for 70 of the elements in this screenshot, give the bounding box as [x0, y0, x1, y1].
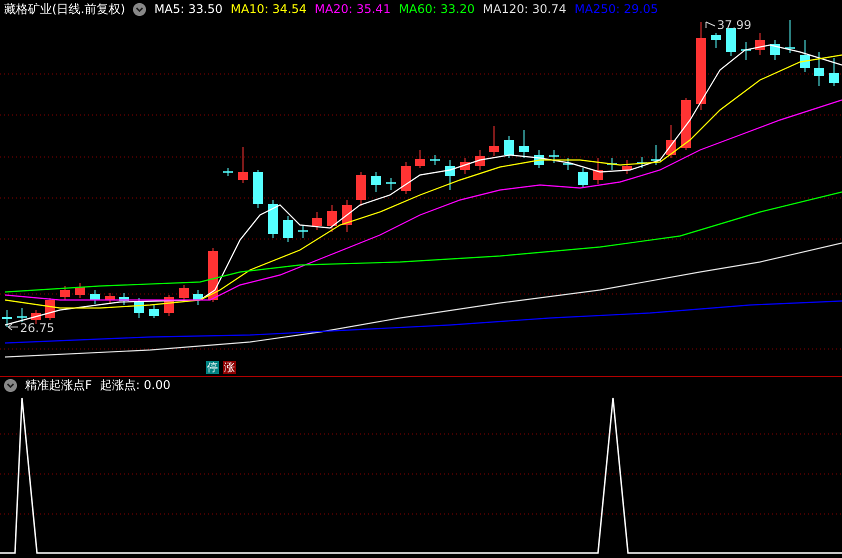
- candlestick: [726, 28, 736, 56]
- indicator-value: MA10: 34.54: [230, 1, 307, 18]
- candlestick: [460, 158, 470, 174]
- candlestick: [651, 144, 661, 166]
- candlestick: [283, 216, 293, 242]
- candlestick: [149, 304, 159, 318]
- candlestick: [430, 154, 440, 166]
- candlestick: [711, 32, 721, 48]
- pointer-arrow-icon: [706, 22, 716, 28]
- candlestick: [445, 160, 455, 190]
- candlestick: [578, 168, 588, 188]
- candlestick: [356, 172, 366, 206]
- candlestick: [312, 212, 322, 230]
- candlestick: [755, 32, 765, 56]
- candlestick: [238, 146, 248, 184]
- pointer-arrow-icon: [8, 324, 18, 330]
- candlestick: [593, 158, 603, 184]
- candlestick: [504, 136, 514, 158]
- indicator-name: 精准起涨点F: [25, 377, 92, 394]
- candlestick: [268, 200, 278, 238]
- candlestick: [681, 98, 691, 150]
- candlestick: [298, 226, 308, 238]
- candlestick: [489, 126, 499, 156]
- candlestick: [519, 130, 529, 158]
- indicator-value: 起涨点: 0.00: [100, 377, 170, 394]
- candlestick: [90, 290, 100, 304]
- indicator-value: MA250: 29.05: [574, 1, 658, 18]
- candlestick: [105, 292, 115, 304]
- candlestick: [829, 58, 839, 86]
- candlestick: [622, 160, 632, 174]
- candlestick: [637, 156, 647, 168]
- candlestick: [60, 286, 70, 300]
- candlestick: [415, 150, 425, 168]
- candlestick: [2, 310, 12, 328]
- candlestick: [534, 150, 544, 168]
- candlestick: [475, 150, 485, 170]
- candlestick: [371, 172, 381, 192]
- indicator-value: MA120: 30.74: [482, 1, 566, 18]
- candlestick: [253, 170, 263, 208]
- candlestick: [549, 150, 559, 164]
- indicator-value: MA60: 33.20: [398, 1, 475, 18]
- dropdown-icon[interactable]: [133, 2, 146, 16]
- price-label: 26.75: [20, 321, 54, 335]
- signal-tag: 涨: [223, 361, 236, 374]
- candlestick: [563, 158, 573, 170]
- candlestick: [800, 40, 810, 72]
- candlestick: [666, 124, 676, 158]
- candlestick: [223, 168, 233, 176]
- candlestick: [607, 158, 617, 170]
- candlestick: [31, 310, 41, 324]
- candlestick: [814, 52, 824, 86]
- candlestick: [17, 308, 27, 322]
- dropdown-icon[interactable]: [4, 379, 17, 392]
- candlestick: [401, 162, 411, 194]
- candlestick: [770, 40, 780, 60]
- candlestick: [193, 290, 203, 306]
- candlestick: [75, 282, 85, 298]
- price-label: 37.99: [717, 18, 752, 32]
- candlestick: [785, 20, 795, 54]
- candlestick: [741, 42, 751, 60]
- candlestick: [342, 200, 352, 232]
- indicator-value: MA5: 33.50: [154, 1, 223, 18]
- candlestick: [179, 284, 189, 302]
- candlestick: [386, 178, 396, 190]
- candlestick: [119, 292, 129, 306]
- candlestick: [134, 298, 144, 318]
- indicator-value: MA20: 35.41: [314, 1, 391, 18]
- signal-tag: 停: [206, 361, 219, 374]
- stock-title: 藏格矿业(日线.前复权): [4, 1, 126, 18]
- candlestick: [327, 204, 337, 232]
